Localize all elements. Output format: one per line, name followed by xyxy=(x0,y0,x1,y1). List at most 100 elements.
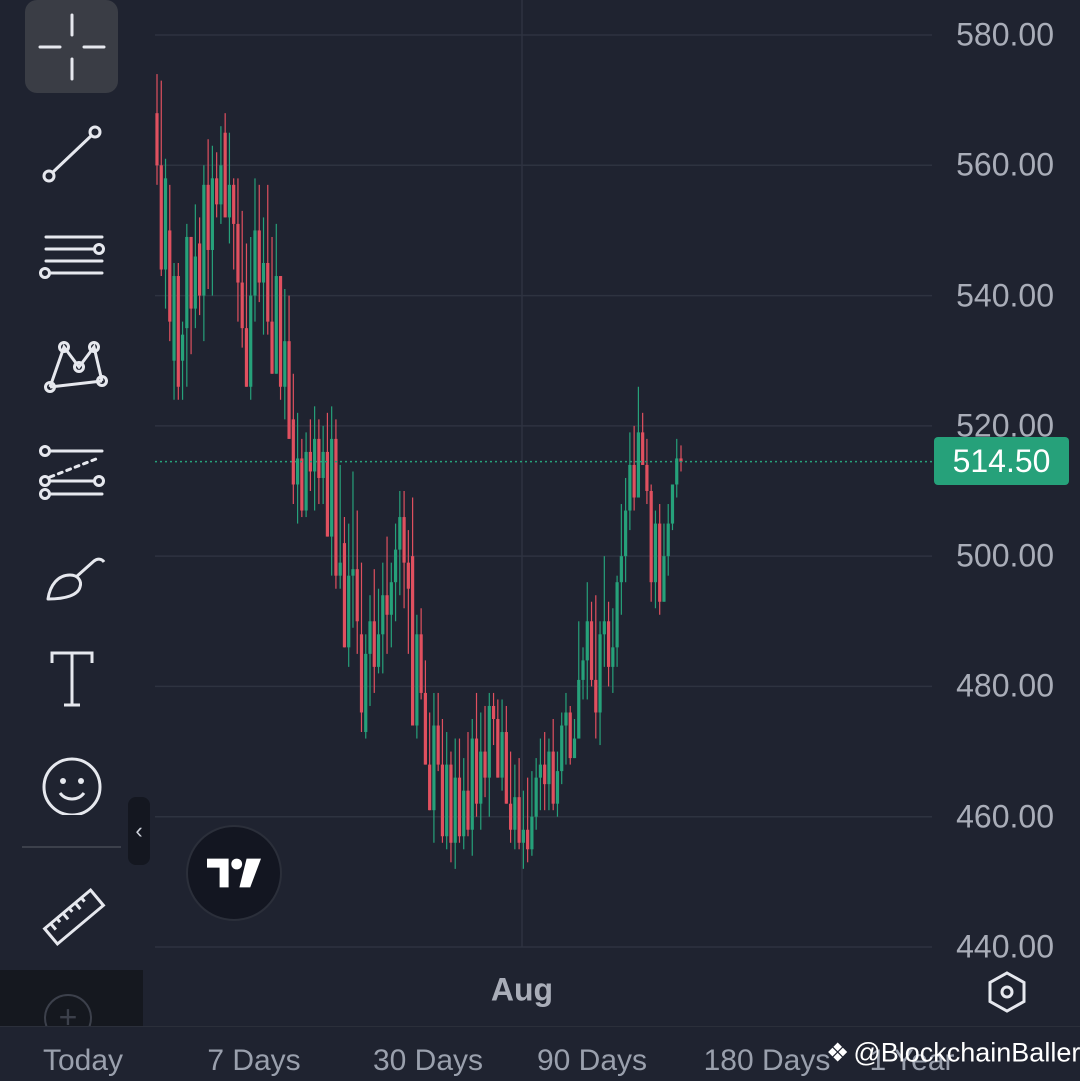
candle-up xyxy=(219,126,223,224)
ruler-icon xyxy=(41,887,106,946)
text-tool-button[interactable] xyxy=(25,628,118,721)
candle-down xyxy=(232,178,236,270)
candle-up xyxy=(304,432,308,518)
range-button[interactable]: 7 Days xyxy=(207,1044,300,1078)
plus-icon: + xyxy=(44,994,92,1026)
candle-up xyxy=(585,582,589,700)
candle-down xyxy=(457,738,462,843)
candle-down xyxy=(385,536,389,654)
candle-up xyxy=(261,217,266,335)
candle-down xyxy=(645,438,649,505)
candle-down xyxy=(223,113,227,218)
horizontal-lines-tool-button[interactable] xyxy=(25,212,118,305)
candle-down xyxy=(355,510,359,654)
hexagon-settings-icon xyxy=(988,971,1026,1013)
price-axis-label: 480.00 xyxy=(956,667,1054,704)
candle-down xyxy=(436,692,440,772)
candle-up xyxy=(381,562,385,674)
candle-up xyxy=(628,432,632,531)
candle-down xyxy=(496,699,500,778)
candle-down xyxy=(206,139,210,290)
candle-down xyxy=(411,497,415,726)
candle-up xyxy=(675,438,679,498)
candle-down xyxy=(215,152,219,218)
candle-up xyxy=(530,771,534,856)
candle-down xyxy=(159,80,163,277)
candle-up xyxy=(534,758,538,830)
candle-up xyxy=(513,764,517,850)
candle-up xyxy=(445,732,449,850)
price-axis-label: 440.00 xyxy=(956,928,1054,965)
chart-settings-button[interactable] xyxy=(985,970,1029,1014)
candle-up xyxy=(368,595,372,706)
range-button[interactable]: Today xyxy=(43,1044,123,1078)
candle-up xyxy=(321,425,325,505)
candle-up xyxy=(577,621,581,739)
binance-icon: ❖ xyxy=(826,1037,850,1068)
candle-up xyxy=(462,758,466,850)
candle-up xyxy=(393,523,398,622)
prediction-tool-button[interactable] xyxy=(25,418,118,511)
candle-down xyxy=(176,263,180,400)
trend-line-tool-button[interactable] xyxy=(25,106,118,199)
candle-up xyxy=(347,523,351,667)
chart-area[interactable] xyxy=(143,0,1080,970)
candle-down xyxy=(551,719,555,811)
range-button[interactable]: 180 Days xyxy=(704,1044,831,1078)
candle-up xyxy=(432,692,436,843)
candle-down xyxy=(526,777,530,863)
candle-up xyxy=(313,406,317,511)
crosshair-tool-button[interactable] xyxy=(25,0,118,93)
candle-up xyxy=(602,556,606,667)
candle-down xyxy=(278,276,283,400)
range-button[interactable]: 30 Days xyxy=(373,1044,483,1078)
candle-up xyxy=(560,712,564,785)
candle-down xyxy=(342,517,347,648)
watermark: ❖ @BlockchainBaller xyxy=(826,1038,1080,1069)
smiley-icon xyxy=(42,757,101,815)
candle-down xyxy=(372,569,376,693)
ruler-tool-button[interactable] xyxy=(25,870,118,963)
candle-down xyxy=(679,445,683,472)
candle-down xyxy=(440,719,445,843)
tradingview-logo[interactable] xyxy=(186,825,282,921)
candle-up xyxy=(172,263,176,400)
candle-down xyxy=(240,210,244,348)
candle-down xyxy=(474,692,479,817)
candle-down xyxy=(543,732,547,811)
candle-up xyxy=(163,158,168,309)
candle-up xyxy=(227,132,232,244)
candle-up xyxy=(185,223,189,387)
range-button[interactable]: 90 Days xyxy=(537,1044,647,1078)
candle-up xyxy=(636,386,640,498)
candle-up xyxy=(662,523,666,602)
candle-down xyxy=(198,217,202,316)
candle-up xyxy=(415,614,419,739)
candle-down xyxy=(325,412,330,537)
candle-down xyxy=(244,243,249,387)
candle-up xyxy=(338,464,342,589)
candle-up xyxy=(470,719,474,856)
candle-up xyxy=(487,692,491,817)
pattern-tool-button[interactable] xyxy=(25,318,118,411)
candle-up xyxy=(389,562,393,648)
candle-down xyxy=(189,236,193,355)
candle-down xyxy=(632,425,636,511)
candle-down xyxy=(402,491,406,609)
candle-down xyxy=(419,608,423,700)
brush-tool-button[interactable] xyxy=(25,524,118,617)
candle-up xyxy=(624,477,628,583)
candle-up xyxy=(180,321,185,400)
candlestick-chart xyxy=(155,0,934,948)
candle-up xyxy=(453,738,457,869)
candle-down xyxy=(483,705,487,798)
candle-down xyxy=(491,692,496,746)
candle-up xyxy=(670,484,675,531)
price-axis-label: 460.00 xyxy=(956,798,1054,835)
candle-up xyxy=(611,608,615,693)
candle-up xyxy=(555,751,560,817)
candle-up xyxy=(330,406,334,576)
candle-down xyxy=(155,74,159,185)
add-tool-button[interactable]: + xyxy=(0,970,143,1026)
emoji-tool-button[interactable] xyxy=(25,732,118,825)
